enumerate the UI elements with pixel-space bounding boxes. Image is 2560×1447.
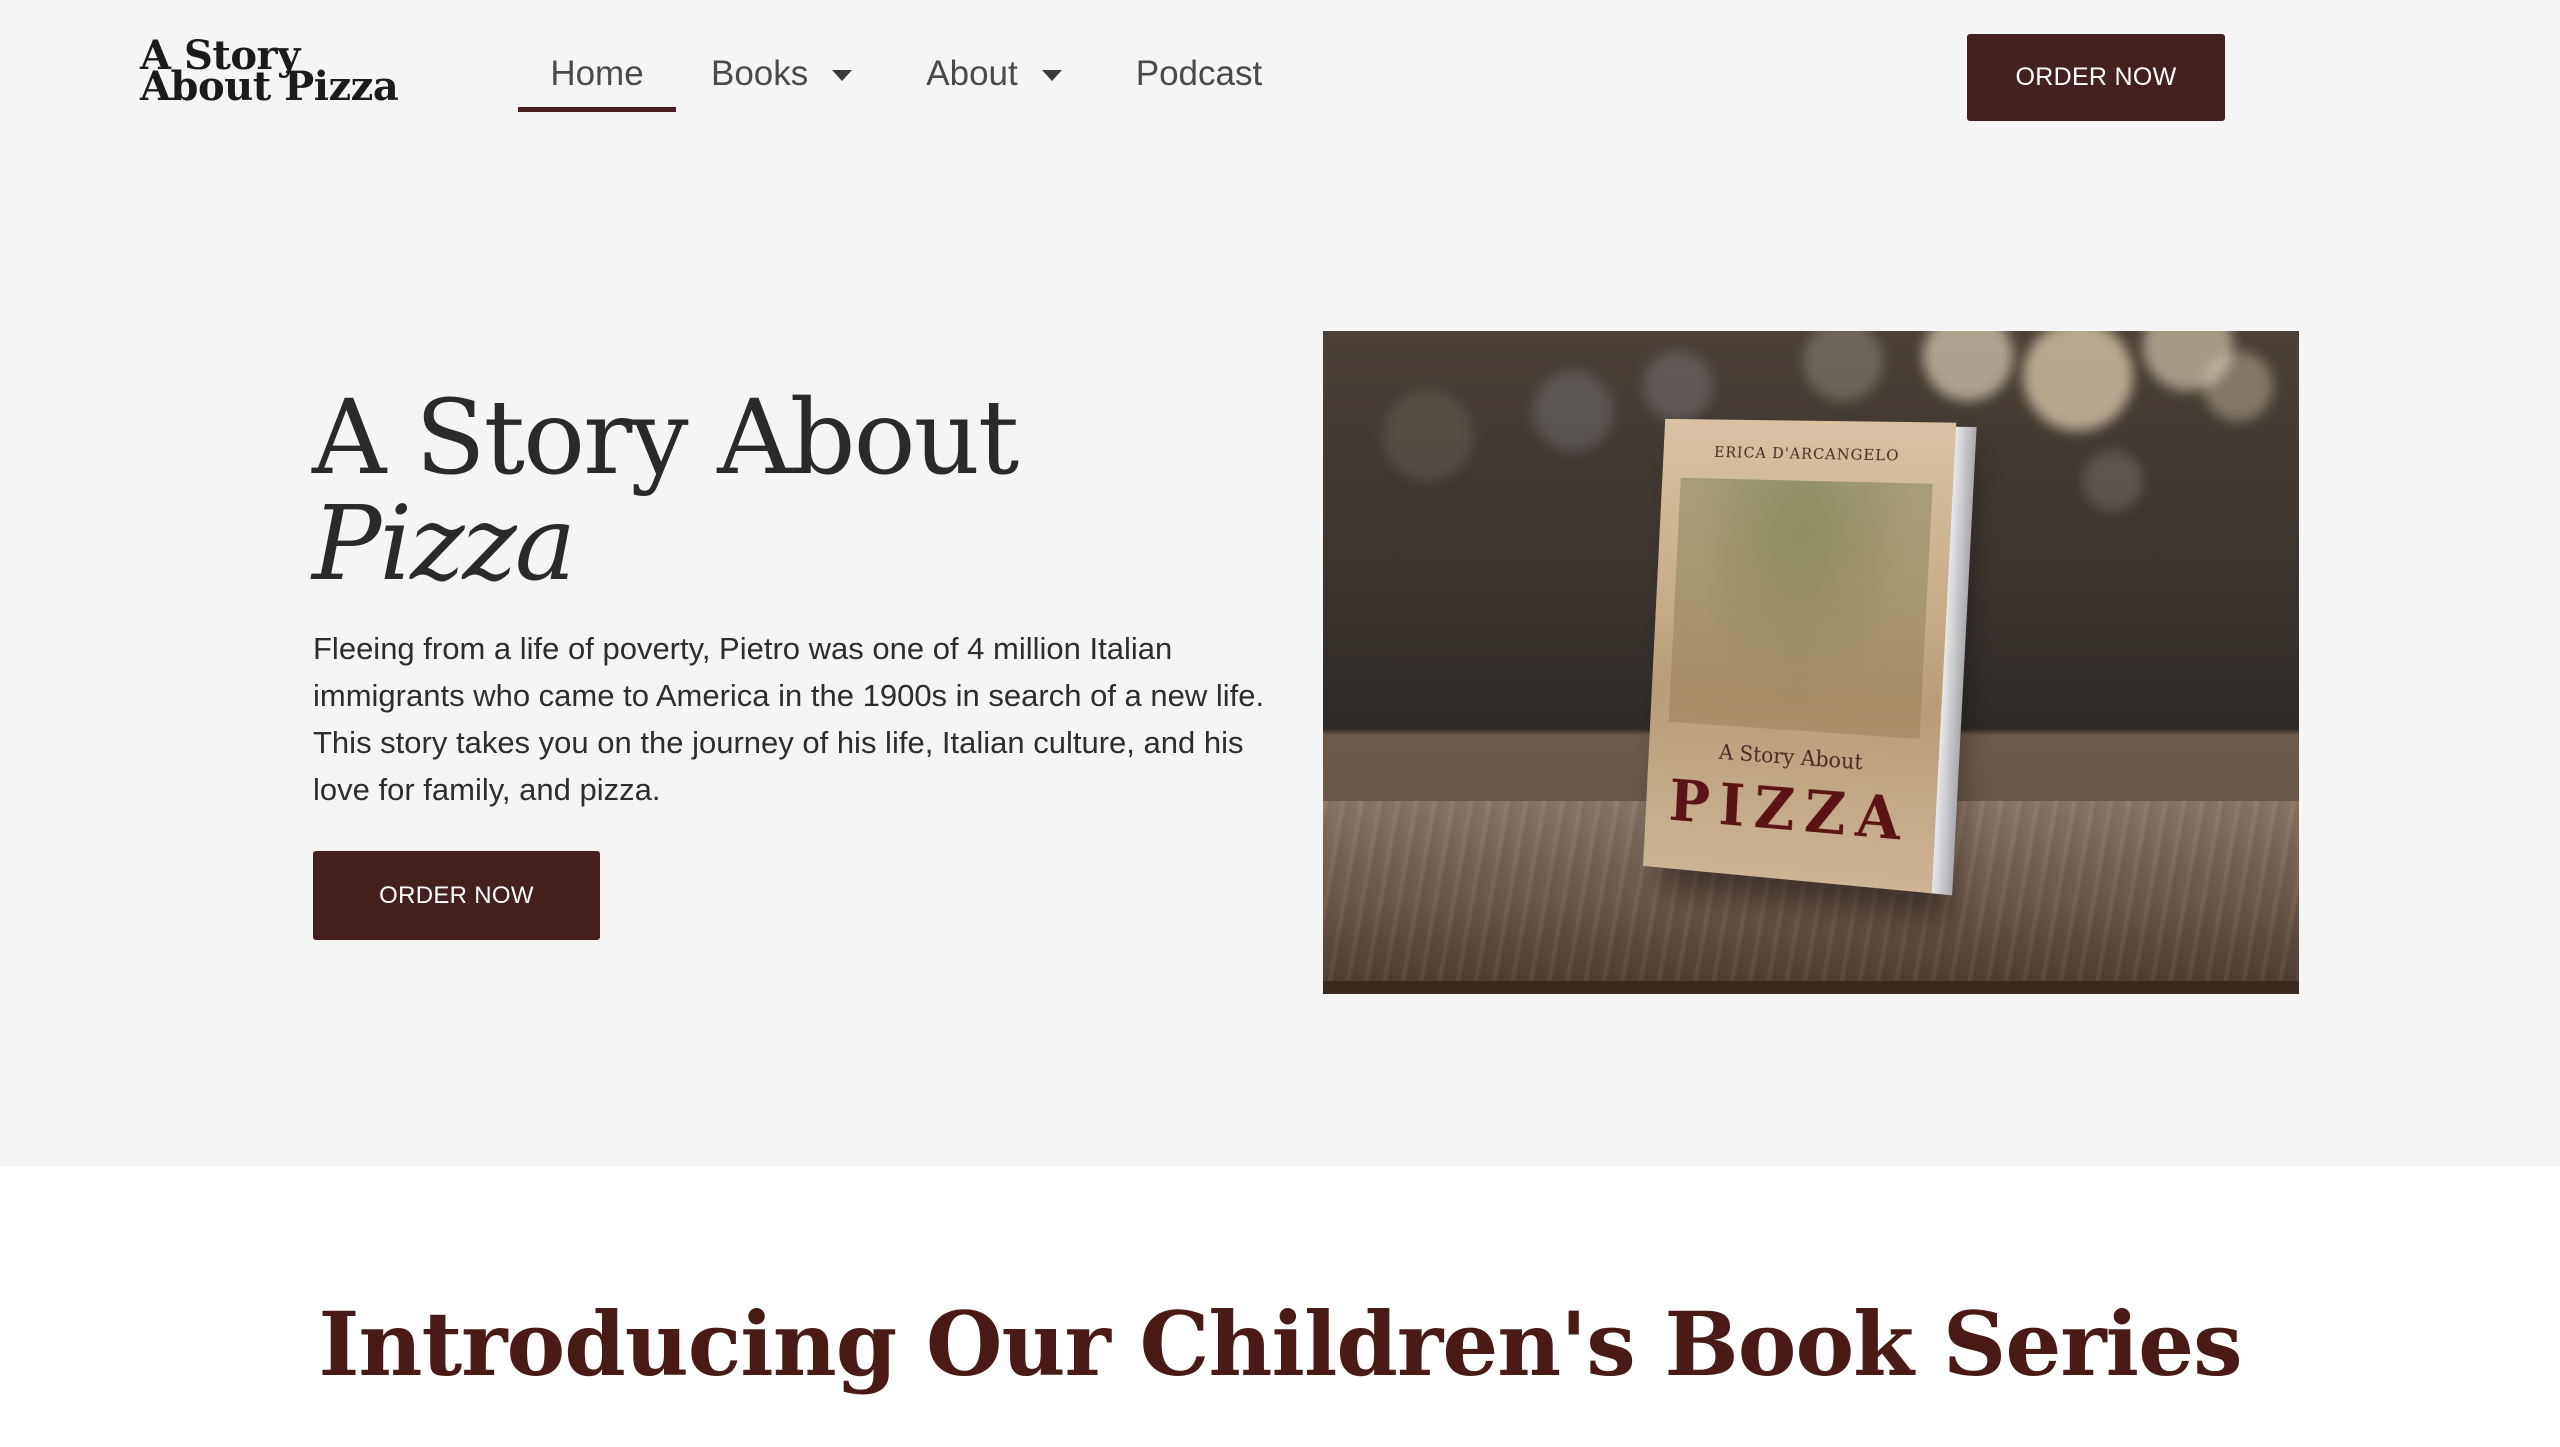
vineyard-scene — [1668, 477, 1933, 739]
header-order-now-button[interactable]: ORDER NOW — [1967, 34, 2225, 121]
hero-description: Fleeing from a life of poverty, Pietro w… — [313, 631, 1265, 807]
nav-podcast-label: Podcast — [1135, 54, 1263, 93]
site-header: A Story About Pizza Home Books About Pod… — [0, 0, 2560, 160]
table-edge — [1323, 981, 2299, 994]
hero-section: A Story About Pizza Fleeing from a life … — [0, 160, 2560, 1166]
nav-item-podcast[interactable]: Podcast — [1136, 44, 1262, 104]
hero-title-line-2: Pizza — [312, 484, 576, 604]
bokeh-light — [2203, 351, 2273, 421]
nav-home-label: Home — [550, 54, 644, 93]
logo-line-2: About Pizza — [140, 63, 399, 110]
book-author: ERICA D'ARCANGELO — [1713, 443, 1900, 465]
book-hero-image: ERICA D'ARCANGELO A Story About PIZZA — [1323, 331, 2299, 994]
main-nav: Home Books About Podcast — [518, 44, 1262, 114]
nav-item-books[interactable]: Books — [711, 44, 853, 104]
bokeh-light — [1533, 371, 1613, 451]
hero-title-line-1: A Story About — [312, 378, 1019, 498]
nav-item-home[interactable]: Home — [518, 44, 676, 112]
bokeh-light — [1803, 331, 1883, 401]
section-title: Introducing Our Children's Book Series — [318, 1292, 2242, 1396]
book-title: PIZZA — [1667, 766, 1913, 855]
nav-item-about[interactable]: About — [926, 44, 1062, 104]
book-front: ERICA D'ARCANGELO A Story About PIZZA — [1643, 418, 1957, 894]
chevron-down-icon — [832, 69, 853, 81]
bokeh-light — [1643, 351, 1713, 421]
childrens-series-section: Introducing Our Children's Book Series — [0, 1166, 2560, 1447]
hero-title: A Story About Pizza — [312, 385, 1019, 604]
bokeh-light — [2023, 331, 2133, 431]
hero-order-now-button[interactable]: ORDER NOW — [313, 851, 600, 940]
chevron-down-icon — [1041, 69, 1062, 81]
bokeh-light — [1923, 331, 2013, 401]
bokeh-light — [2083, 451, 2143, 511]
bokeh-light — [1383, 391, 1473, 481]
nav-about-label: About — [926, 54, 1018, 93]
book-cover: ERICA D'ARCANGELO A Story About PIZZA — [1643, 418, 1977, 896]
nav-books-label: Books — [711, 54, 809, 93]
site-logo[interactable]: A Story About Pizza — [140, 36, 399, 110]
